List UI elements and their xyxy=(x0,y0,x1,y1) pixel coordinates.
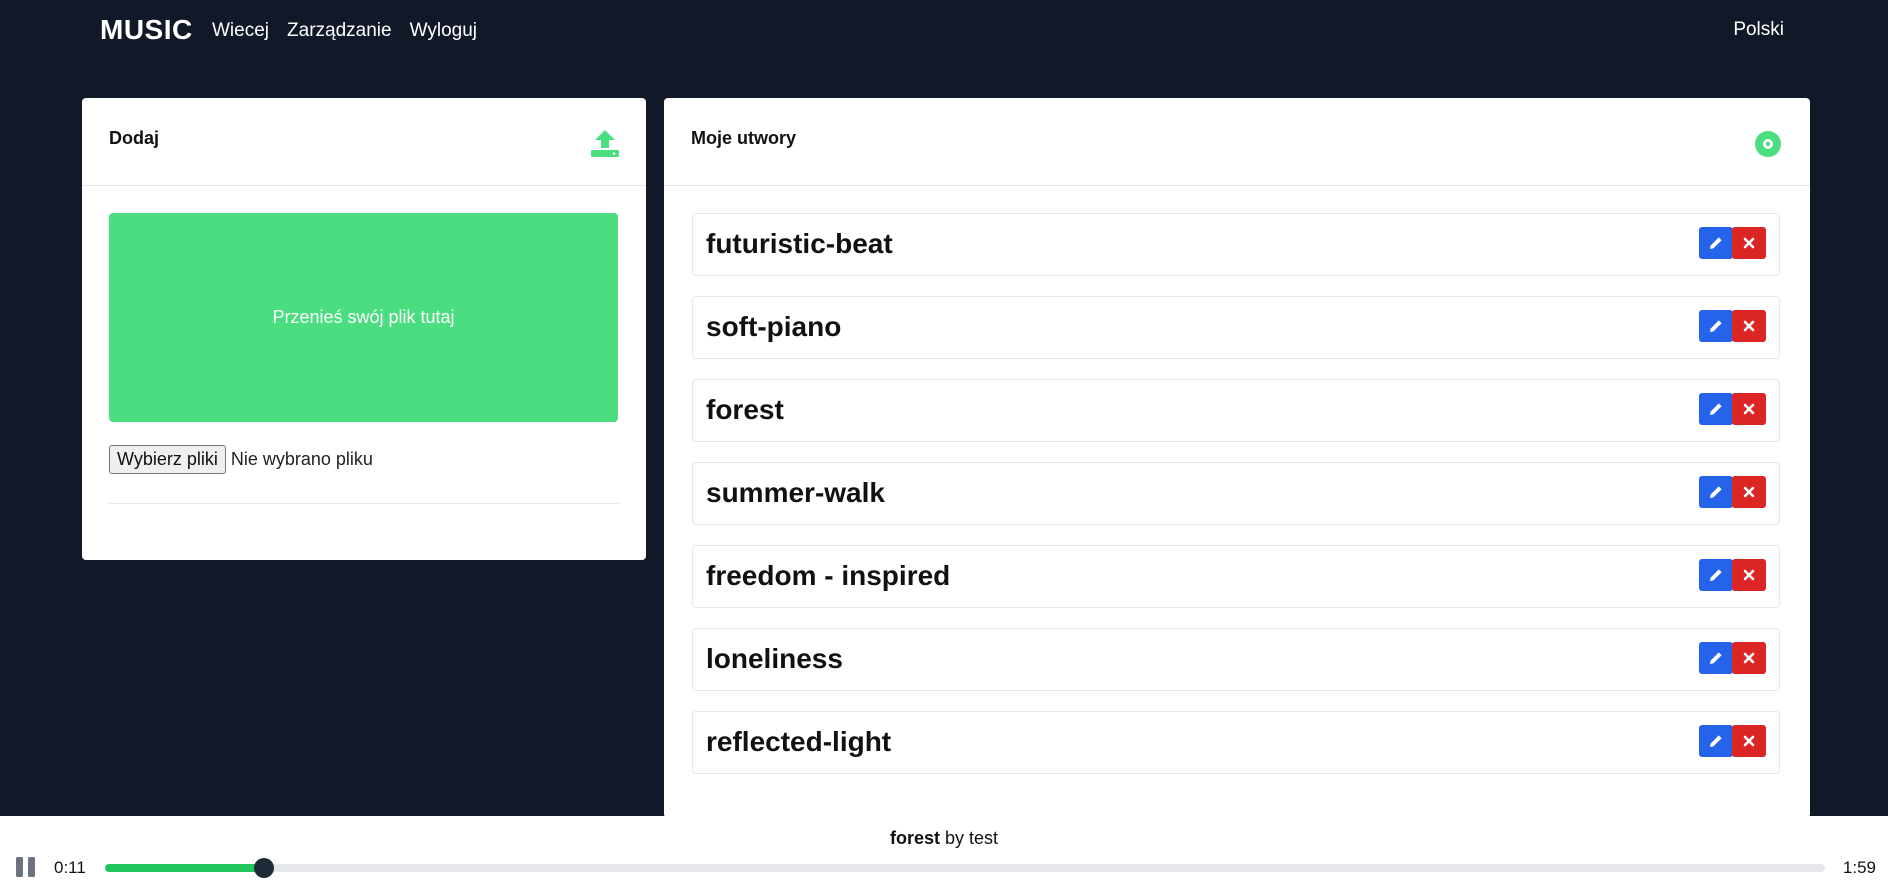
close-icon xyxy=(1743,403,1755,415)
song-title[interactable]: soft-piano xyxy=(706,311,841,343)
pencil-icon xyxy=(1710,237,1722,249)
current-time: 0:11 xyxy=(54,858,86,877)
delete-button[interactable] xyxy=(1732,393,1766,425)
song-title[interactable]: forest xyxy=(706,394,784,426)
now-playing: forest by test xyxy=(0,828,1888,849)
delete-button[interactable] xyxy=(1732,559,1766,591)
pencil-icon xyxy=(1710,486,1722,498)
song-title[interactable]: summer-walk xyxy=(706,477,885,509)
nav-link-wyloguj[interactable]: Wyloguj xyxy=(410,20,477,42)
pencil-icon xyxy=(1710,320,1722,332)
edit-button[interactable] xyxy=(1699,310,1733,342)
now-playing-by: by xyxy=(944,828,964,848)
song-item: forest xyxy=(692,379,1780,442)
close-icon xyxy=(1743,569,1755,581)
close-icon xyxy=(1743,652,1755,664)
pencil-icon xyxy=(1710,403,1722,415)
seek-bar[interactable] xyxy=(105,858,1825,878)
close-icon xyxy=(1743,237,1755,249)
songs-card-header: Moje utwory xyxy=(664,98,1810,186)
song-item: reflected-light xyxy=(692,711,1780,774)
now-playing-artist: test xyxy=(969,828,999,848)
pause-button[interactable] xyxy=(15,856,37,878)
delete-button[interactable] xyxy=(1732,476,1766,508)
choose-files-button[interactable]: Wybierz pliki xyxy=(109,445,226,474)
seek-bar-progress xyxy=(105,864,265,872)
delete-button[interactable] xyxy=(1732,227,1766,259)
song-title[interactable]: loneliness xyxy=(706,643,843,675)
file-input: Wybierz pliki Nie wybrano pliku xyxy=(109,445,373,474)
edit-button[interactable] xyxy=(1699,393,1733,425)
nav-link-zarzadzanie[interactable]: Zarządzanie xyxy=(287,20,392,42)
pencil-icon xyxy=(1710,652,1722,664)
upload-icon xyxy=(591,130,619,157)
song-item: freedom - inspired xyxy=(692,545,1780,608)
edit-button[interactable] xyxy=(1699,725,1733,757)
divider xyxy=(109,503,619,504)
duration: 1:59 xyxy=(1842,858,1876,877)
close-icon xyxy=(1743,320,1755,332)
pencil-icon xyxy=(1710,735,1722,747)
edit-button[interactable] xyxy=(1699,559,1733,591)
pencil-icon xyxy=(1710,569,1722,581)
delete-button[interactable] xyxy=(1732,310,1766,342)
song-item: soft-piano xyxy=(692,296,1780,359)
add-card-title: Dodaj xyxy=(109,128,160,148)
audio-player: forest by test 0:11 1:59 xyxy=(0,816,1888,886)
song-item: futuristic-beat xyxy=(692,213,1780,276)
close-icon xyxy=(1743,735,1755,747)
song-item: loneliness xyxy=(692,628,1780,691)
seek-bar-thumb[interactable] xyxy=(254,858,275,878)
disc-icon xyxy=(1755,131,1781,157)
now-playing-title: forest xyxy=(889,828,940,848)
song-title[interactable]: futuristic-beat xyxy=(706,228,893,260)
delete-button[interactable] xyxy=(1732,642,1766,674)
nav-links: Wiecej Zarządzanie Wyloguj xyxy=(212,20,477,42)
top-nav: MUSIC Wiecej Zarządzanie Wyloguj Polski xyxy=(0,0,1888,64)
file-status: Nie wybrano pliku xyxy=(230,449,373,469)
edit-button[interactable] xyxy=(1699,476,1733,508)
songs-card-title: Moje utwory xyxy=(691,128,797,148)
language-selector[interactable]: Polski xyxy=(1733,19,1784,41)
close-icon xyxy=(1743,486,1755,498)
file-dropzone[interactable]: Przenieś swój plik tutaj xyxy=(109,213,618,422)
dropzone-label: Przenieś swój plik tutaj xyxy=(272,307,455,327)
add-card-header: Dodaj xyxy=(82,98,646,186)
song-item: summer-walk xyxy=(692,462,1780,525)
delete-button[interactable] xyxy=(1732,725,1766,757)
song-title[interactable]: freedom - inspired xyxy=(706,560,950,592)
song-title[interactable]: reflected-light xyxy=(706,726,891,758)
songs-card: Moje utwory futuristic-beat soft-piano f… xyxy=(664,98,1810,818)
edit-button[interactable] xyxy=(1699,642,1733,674)
add-card: Dodaj Przenieś swój plik tutaj Wybierz p… xyxy=(82,98,646,560)
brand-logo[interactable]: MUSIC xyxy=(100,14,193,46)
edit-button[interactable] xyxy=(1699,227,1733,259)
nav-link-wiecej[interactable]: Wiecej xyxy=(212,20,269,42)
